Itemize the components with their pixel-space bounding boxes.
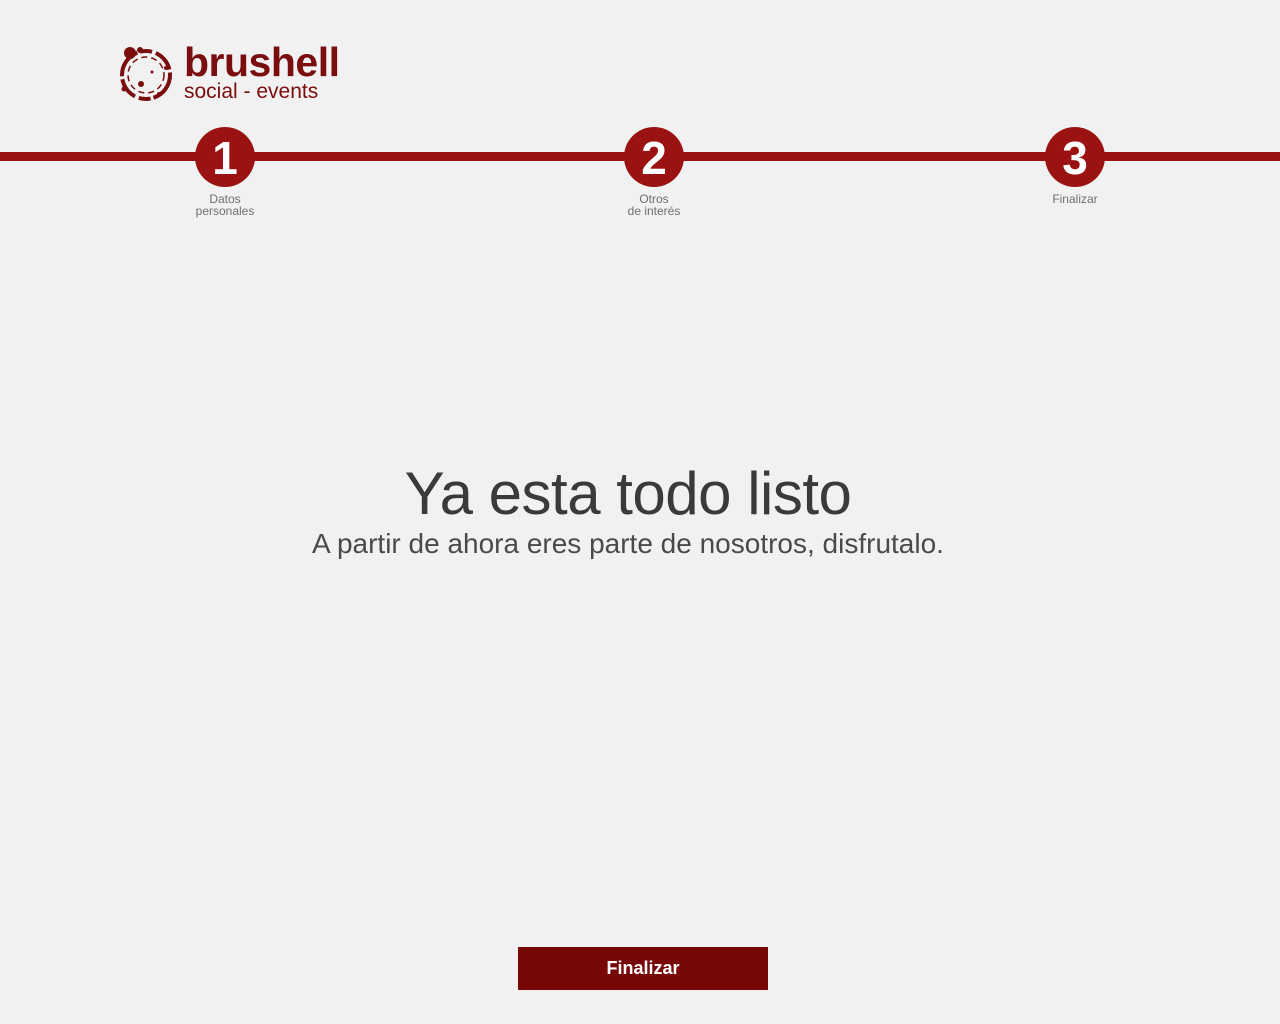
step-1-label: Datos personales: [165, 193, 285, 217]
step-1: 1 Datos personales: [165, 127, 285, 217]
step-3-label-line1: Finalizar: [1052, 192, 1098, 206]
brand-name: brushell: [184, 39, 340, 85]
completion-title: Ya esta todo listo: [404, 460, 852, 527]
completion-subtitle: A partir de ahora eres parte de nosotros…: [312, 528, 944, 559]
step-2-label: Otros de interés: [594, 193, 714, 217]
brand-logo[interactable]: brushell social - events: [116, 39, 356, 106]
step-3-label: Finalizar: [1015, 193, 1135, 205]
step-2-label-line2: de interés: [627, 204, 681, 218]
step-3: 3 Finalizar: [1015, 127, 1135, 205]
step-1-label-line2: personales: [195, 204, 255, 218]
step-1-number: 1: [195, 127, 255, 187]
step-3-number: 3: [1045, 127, 1105, 187]
step-2-number: 2: [624, 127, 684, 187]
splash-circle-logo-icon: [120, 47, 172, 101]
finish-button[interactable]: Finalizar: [518, 947, 768, 990]
step-2: 2 Otros de interés: [594, 127, 714, 217]
brand-tagline: social - events: [184, 80, 319, 103]
signup-finish-page: brushell social - events 1 Datos persona…: [0, 0, 1280, 1024]
